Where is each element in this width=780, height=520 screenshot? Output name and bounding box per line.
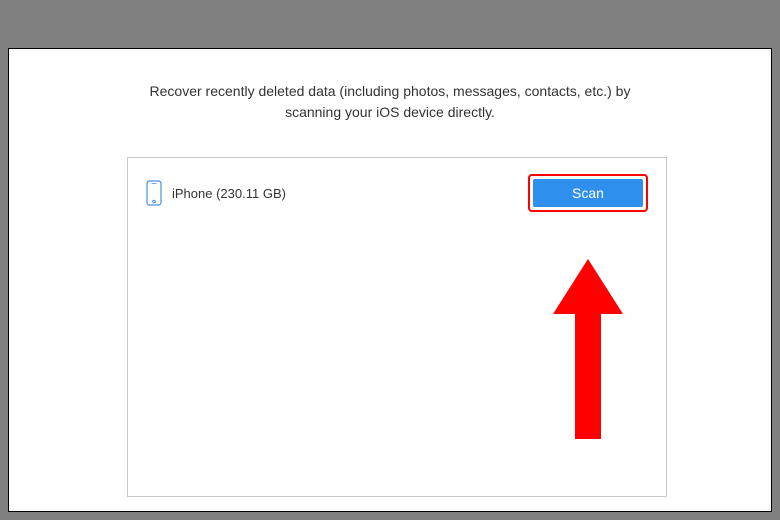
instruction-text: Recover recently deleted data (including… <box>9 49 771 123</box>
instruction-line-2: scanning your iOS device directly. <box>285 104 495 120</box>
instruction-line-1: Recover recently deleted data (including… <box>150 83 631 99</box>
scan-highlight-annotation: Scan <box>528 174 648 212</box>
iphone-icon <box>146 180 162 206</box>
scan-button-label: Scan <box>572 185 604 201</box>
device-row: iPhone (230.11 GB) Scan <box>128 158 666 212</box>
app-window: Recover recently deleted data (including… <box>8 48 772 512</box>
device-name-label: iPhone (230.11 GB) <box>172 186 286 201</box>
device-list-panel: iPhone (230.11 GB) Scan <box>127 157 667 497</box>
device-info: iPhone (230.11 GB) <box>146 180 286 206</box>
scan-button[interactable]: Scan <box>533 179 643 207</box>
